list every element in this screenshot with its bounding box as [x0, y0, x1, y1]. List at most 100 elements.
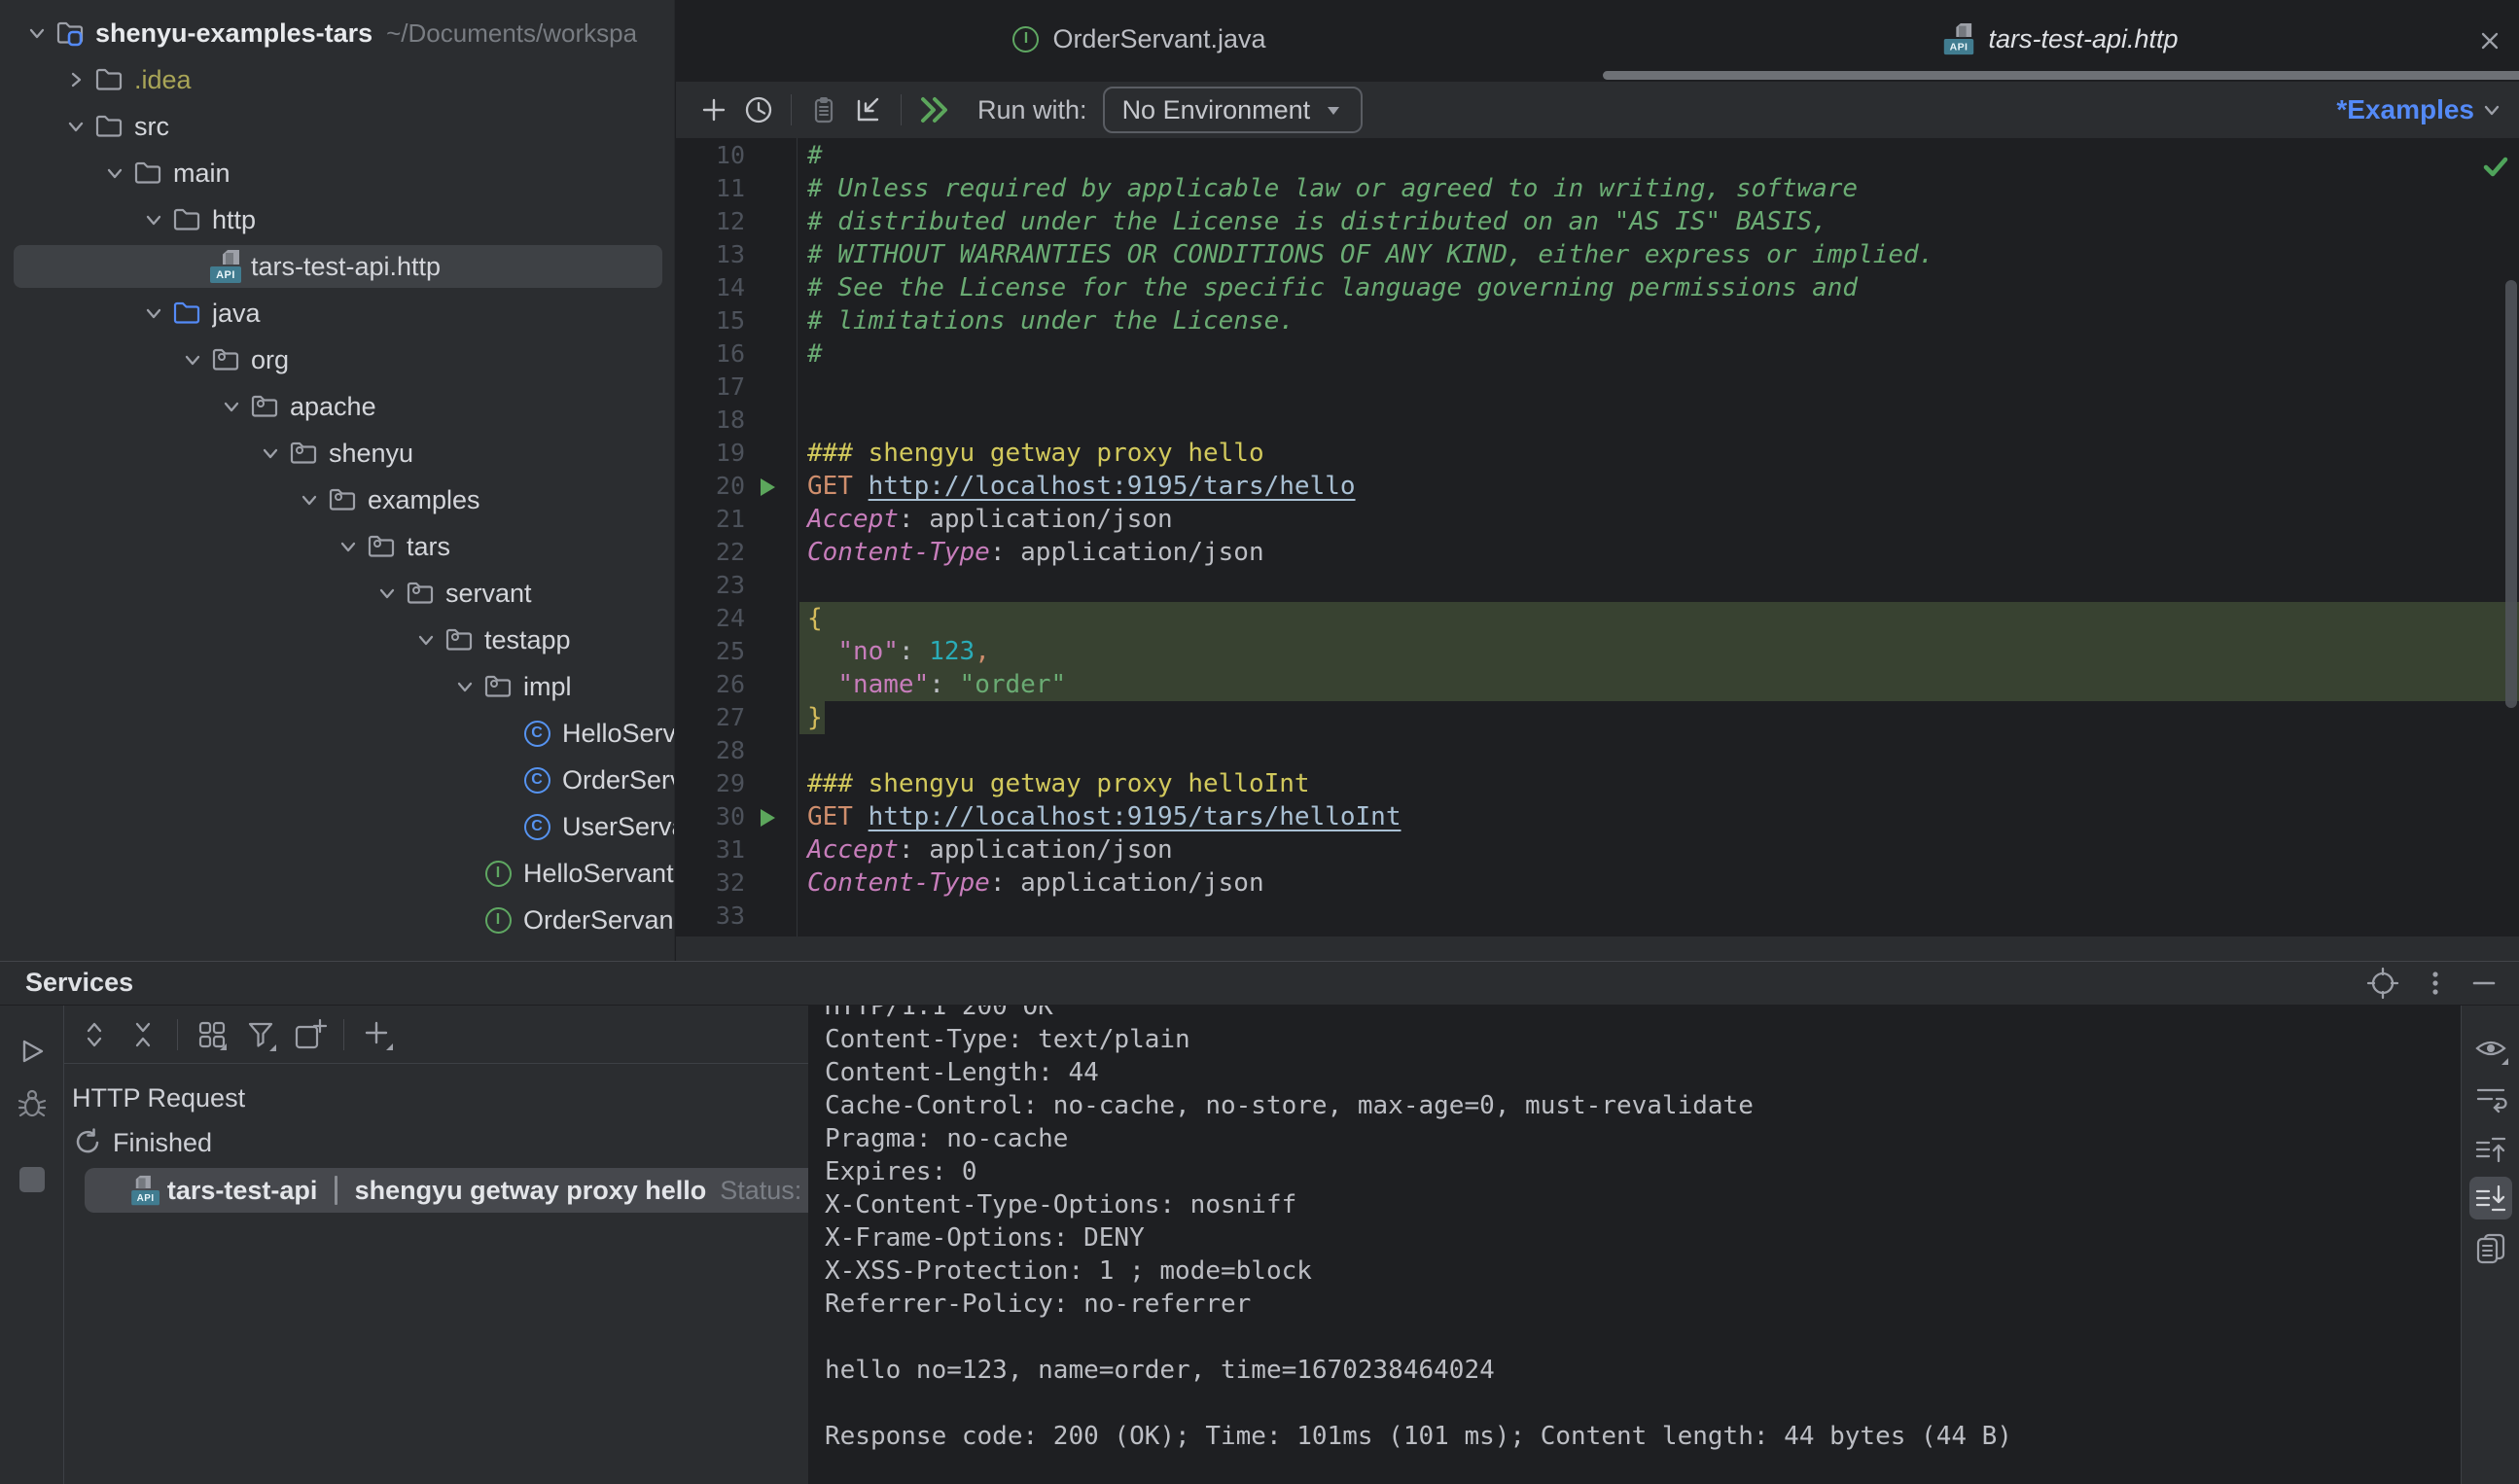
- editor-line-33[interactable]: 33: [676, 900, 2519, 933]
- editor-line-18[interactable]: 18: [676, 404, 2519, 437]
- editor-line-28[interactable]: 28: [676, 734, 2519, 767]
- editor-line-32[interactable]: 32Content-Type: application/json: [676, 866, 2519, 900]
- environment-select[interactable]: No Environment: [1103, 87, 1364, 133]
- panel-options-icon[interactable]: [2414, 964, 2457, 1003]
- editor-line-11[interactable]: 11# Unless required by applicable law or…: [676, 172, 2519, 205]
- chevron-down-icon[interactable]: [253, 430, 288, 477]
- tree-row-servant[interactable]: servant: [0, 570, 674, 617]
- run-request-icon[interactable]: [760, 477, 777, 497]
- chevron-down-icon[interactable]: [2480, 98, 2503, 122]
- chevron-right-icon[interactable]: [58, 56, 93, 103]
- tree-row-userserva[interactable]: CUserServa: [0, 803, 674, 850]
- editor-line-23[interactable]: 23: [676, 569, 2519, 602]
- editor-line-16[interactable]: 16#: [676, 337, 2519, 371]
- scroll-to-end-icon[interactable]: [2469, 1177, 2512, 1219]
- chevron-down-icon[interactable]: [97, 150, 132, 196]
- close-tab-icon[interactable]: [2476, 27, 2503, 54]
- hide-panel-icon[interactable]: [2463, 964, 2505, 1003]
- editor-line-19[interactable]: 19### shengyu getway proxy hello: [676, 437, 2519, 470]
- http-request-node[interactable]: HTTP Request: [64, 1077, 808, 1119]
- editor-line-30[interactable]: 30GET http://localhost:9195/tars/helloIn…: [676, 800, 2519, 833]
- debug-icon[interactable]: [11, 1082, 53, 1125]
- tree-row-tars-test-api-http[interactable]: APItars-test-api.http: [0, 243, 674, 290]
- editor-line-31[interactable]: 31Accept: application/json: [676, 833, 2519, 866]
- tree-row-main[interactable]: main: [0, 150, 674, 196]
- chevron-down-icon[interactable]: [370, 570, 405, 617]
- run-all-requests-button[interactable]: [911, 88, 956, 132]
- stop-icon[interactable]: [11, 1158, 53, 1201]
- line-number: 17: [676, 371, 745, 404]
- open-in-new-tab-icon[interactable]: [285, 1012, 334, 1057]
- examples-dropdown[interactable]: *Examples: [2336, 94, 2474, 125]
- response-console[interactable]: HTTP/1.1 200 OKContent-Type: text/plainC…: [808, 1006, 2461, 1484]
- editor-line-27[interactable]: 27}: [676, 701, 2519, 734]
- tree-row-orderserv[interactable]: COrderServ: [0, 757, 674, 803]
- editor-line-26[interactable]: 26 "name": "order": [676, 668, 2519, 701]
- editor-line-10[interactable]: 10#: [676, 139, 2519, 172]
- scroll-to-source-icon[interactable]: [2361, 964, 2404, 1003]
- http-file-editor[interactable]: 10#11# Unless required by applicable law…: [676, 138, 2519, 937]
- history-button[interactable]: [736, 88, 781, 132]
- editor-line-24[interactable]: 24{: [676, 602, 2519, 635]
- editor-line-15[interactable]: 15# limitations under the License.: [676, 304, 2519, 337]
- tab-orderservant-java[interactable]: I OrderServant.java: [676, 0, 1603, 78]
- editor-line-21[interactable]: 21Accept: application/json: [676, 503, 2519, 536]
- tree-row-apache[interactable]: apache: [0, 383, 674, 430]
- tree-row-helloserva[interactable]: CHelloServa: [0, 710, 674, 757]
- copy-request-button[interactable]: [801, 88, 846, 132]
- collapse-all-icon[interactable]: [119, 1012, 167, 1057]
- project-tree-panel: shenyu-examples-tars~/Documents/workspa.…: [0, 0, 675, 961]
- tree-row-orderservant[interactable]: IOrderServant: [0, 897, 674, 943]
- chevron-down-icon[interactable]: [214, 383, 249, 430]
- import-log-button[interactable]: [846, 88, 891, 132]
- tree-row-examples[interactable]: examples: [0, 477, 674, 523]
- chevron-down-icon[interactable]: [58, 103, 93, 150]
- tree-row-testapp[interactable]: testapp: [0, 617, 674, 663]
- tree-item-label: testapp: [484, 625, 571, 655]
- tree-row-helloservant[interactable]: IHelloServant: [0, 850, 674, 897]
- tree-row-src[interactable]: src: [0, 103, 674, 150]
- editor-vertical-scrollbar[interactable]: [2505, 280, 2517, 708]
- tree-row--idea[interactable]: .idea: [0, 56, 674, 103]
- clear-all-icon[interactable]: [2469, 1227, 2512, 1270]
- chevron-down-icon[interactable]: [136, 196, 171, 243]
- tree-row-impl[interactable]: impl: [0, 663, 674, 710]
- editor-line-17[interactable]: 17: [676, 371, 2519, 404]
- expand-all-icon[interactable]: [70, 1012, 119, 1057]
- chevron-down-icon[interactable]: [292, 477, 327, 523]
- group-by-icon[interactable]: [188, 1012, 236, 1057]
- chevron-down-icon[interactable]: [408, 617, 443, 663]
- chevron-down-icon[interactable]: [447, 663, 482, 710]
- tree-row-org[interactable]: org: [0, 336, 674, 383]
- finished-node[interactable]: Finished: [64, 1121, 808, 1164]
- editor-line-20[interactable]: 20GET http://localhost:9195/tars/hello: [676, 470, 2519, 503]
- add-service-icon[interactable]: [354, 1012, 403, 1057]
- tree-row-shenyu[interactable]: shenyu: [0, 430, 674, 477]
- tree-row-tars[interactable]: tars: [0, 523, 674, 570]
- console-line: Response code: 200 (OK); Time: 101ms (10…: [825, 1420, 2461, 1453]
- soft-wrap-icon[interactable]: [2469, 1077, 2512, 1119]
- editor-line-25[interactable]: 25 "no": 123,: [676, 635, 2519, 668]
- preview-eye-icon[interactable]: [2469, 1027, 2512, 1070]
- editor-line-14[interactable]: 14# See the License for the specific lan…: [676, 271, 2519, 304]
- tree-row-http[interactable]: http: [0, 196, 674, 243]
- chevron-down-icon[interactable]: [175, 336, 210, 383]
- request-result-row[interactable]: API tars-test-api shengyu getway proxy h…: [64, 1168, 808, 1213]
- tab-tars-test-api-http[interactable]: API tars-test-api.http: [1603, 0, 2519, 78]
- inspections-ok-icon[interactable]: [2480, 152, 2511, 181]
- run-icon[interactable]: [11, 1030, 53, 1073]
- editor-line-12[interactable]: 12# distributed under the License is dis…: [676, 205, 2519, 238]
- chevron-down-icon[interactable]: [19, 10, 54, 56]
- run-request-icon[interactable]: [760, 808, 777, 828]
- editor-line-29[interactable]: 29### shengyu getway proxy helloInt: [676, 767, 2519, 800]
- line-number: 29: [676, 767, 745, 800]
- editor-line-13[interactable]: 13# WITHOUT WARRANTIES OR CONDITIONS OF …: [676, 238, 2519, 271]
- filter-icon[interactable]: [236, 1012, 285, 1057]
- chevron-down-icon[interactable]: [136, 290, 171, 336]
- add-request-button[interactable]: [692, 88, 736, 132]
- tree-row-shenyu-examples-tars[interactable]: shenyu-examples-tars~/Documents/workspa: [0, 10, 674, 56]
- tree-row-java[interactable]: java: [0, 290, 674, 336]
- chevron-down-icon[interactable]: [331, 523, 366, 570]
- scroll-to-top-icon[interactable]: [2469, 1128, 2512, 1171]
- editor-line-22[interactable]: 22Content-Type: application/json: [676, 536, 2519, 569]
